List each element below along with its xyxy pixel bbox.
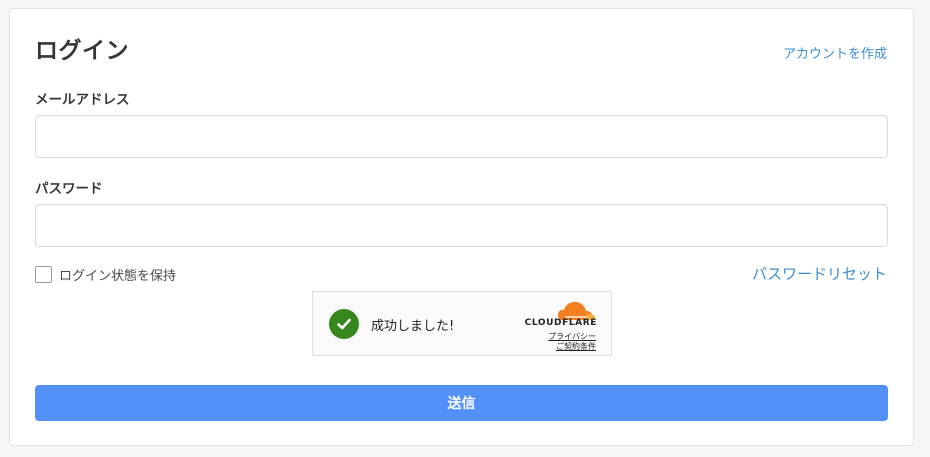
email-field[interactable] [35, 115, 888, 158]
submit-button[interactable]: 送信 [35, 385, 888, 421]
create-account-link[interactable]: アカウントを作成 [783, 43, 887, 62]
success-check-icon [329, 309, 359, 339]
email-label: メールアドレス [35, 92, 130, 108]
cloudflare-brand: CLOUDFLARE [524, 318, 597, 328]
page-title: ログイン [35, 38, 129, 64]
password-field[interactable] [35, 204, 888, 247]
cloudflare-turnstile-widget[interactable]: 成功しました! CLOUDFLARE プライバシー ご契約条件 [312, 291, 612, 356]
turnstile-status-text: 成功しました! [371, 319, 455, 334]
password-reset-link[interactable]: パスワードリセット [752, 263, 887, 284]
login-card: ログイン アカウントを作成 メールアドレス パスワード ログイン状態を保持 パス… [9, 8, 914, 446]
remember-me-label: ログイン状態を保持 [59, 269, 177, 284]
password-label: パスワード [35, 181, 103, 197]
turnstile-terms-link[interactable]: ご契約条件 [556, 341, 596, 352]
remember-me[interactable]: ログイン状態を保持 [35, 265, 176, 284]
remember-me-checkbox[interactable] [35, 266, 52, 283]
